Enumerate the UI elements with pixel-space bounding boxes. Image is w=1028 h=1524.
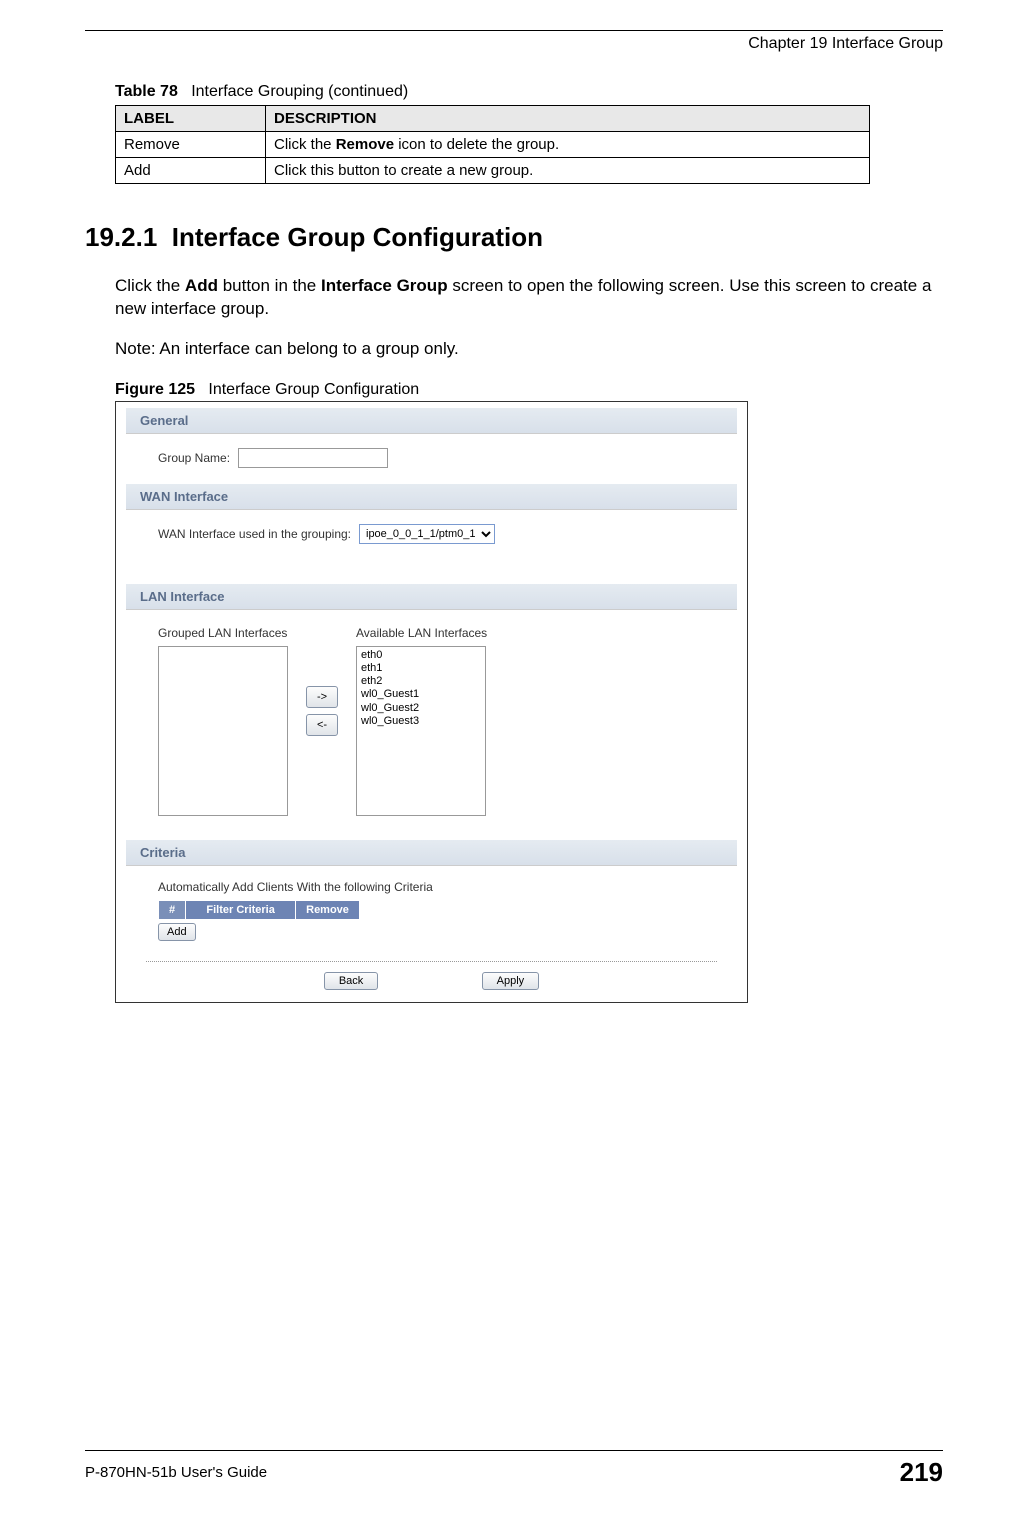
wan-interface-label: WAN Interface used in the grouping: xyxy=(158,527,351,541)
grouped-lan-listbox[interactable] xyxy=(158,646,288,816)
add-criteria-button[interactable]: Add xyxy=(158,923,196,941)
note: Note: An interface can belong to a group… xyxy=(115,339,943,359)
table-caption: Table 78 Interface Grouping (continued) xyxy=(115,83,943,101)
list-item[interactable]: wl0_Guest2 xyxy=(359,702,483,715)
list-item[interactable]: eth2 xyxy=(359,675,483,688)
move-left-button[interactable]: <- xyxy=(306,714,338,736)
footer-page-number: 219 xyxy=(900,1457,943,1488)
figure-caption: Figure 125 Interface Group Configuration xyxy=(115,381,943,399)
criteria-table: # Filter Criteria Remove xyxy=(158,900,360,920)
list-item[interactable]: eth0 xyxy=(359,649,483,662)
section-criteria-heading: Criteria xyxy=(126,840,737,866)
footer-guide: P-870HN-51b User's Guide xyxy=(85,1464,267,1481)
screenshot-panel: General Group Name: WAN Interface WAN In… xyxy=(115,401,748,1003)
criteria-th-remove: Remove xyxy=(296,900,360,919)
cell-label: Remove xyxy=(116,132,266,158)
section-heading: 19.2.1 Interface Group Configuration xyxy=(85,222,943,253)
criteria-th-filter: Filter Criteria xyxy=(186,900,296,919)
table-row: Remove Click the Remove icon to delete t… xyxy=(116,132,870,158)
intro-paragraph: Click the Add button in the Interface Gr… xyxy=(115,275,943,321)
table-caption-text: Interface Grouping (continued) xyxy=(191,83,408,100)
wan-interface-select[interactable]: ipoe_0_0_1_1/ptm0_1 xyxy=(359,524,495,544)
back-button[interactable]: Back xyxy=(324,972,378,990)
move-right-button[interactable]: -> xyxy=(306,686,338,708)
section-wan-heading: WAN Interface xyxy=(126,484,737,510)
table-interface-grouping: LABEL DESCRIPTION Remove Click the Remov… xyxy=(115,105,870,184)
cell-desc: Click the Remove icon to delete the grou… xyxy=(266,132,870,158)
section-general-heading: General xyxy=(126,408,737,434)
grouped-lan-label: Grouped LAN Interfaces xyxy=(158,626,288,640)
table-caption-prefix: Table 78 xyxy=(115,83,178,100)
list-item[interactable]: wl0_Guest1 xyxy=(359,688,483,701)
available-lan-listbox[interactable]: eth0 eth1 eth2 wl0_Guest1 wl0_Guest2 wl0… xyxy=(356,646,486,816)
table-header-desc: DESCRIPTION xyxy=(266,106,870,132)
list-item[interactable]: eth1 xyxy=(359,662,483,675)
table-header-label: LABEL xyxy=(116,106,266,132)
group-name-label: Group Name: xyxy=(158,451,230,465)
chapter-header: Chapter 19 Interface Group xyxy=(85,35,943,53)
group-name-input[interactable] xyxy=(238,448,388,468)
criteria-th-num: # xyxy=(159,900,186,919)
criteria-text: Automatically Add Clients With the follo… xyxy=(158,880,719,894)
apply-button[interactable]: Apply xyxy=(482,972,540,990)
cell-label: Add xyxy=(116,158,266,184)
section-lan-heading: LAN Interface xyxy=(126,584,737,610)
list-item[interactable]: wl0_Guest3 xyxy=(359,715,483,728)
cell-desc: Click this button to create a new group. xyxy=(266,158,870,184)
table-row: Add Click this button to create a new gr… xyxy=(116,158,870,184)
available-lan-label: Available LAN Interfaces xyxy=(356,626,487,640)
